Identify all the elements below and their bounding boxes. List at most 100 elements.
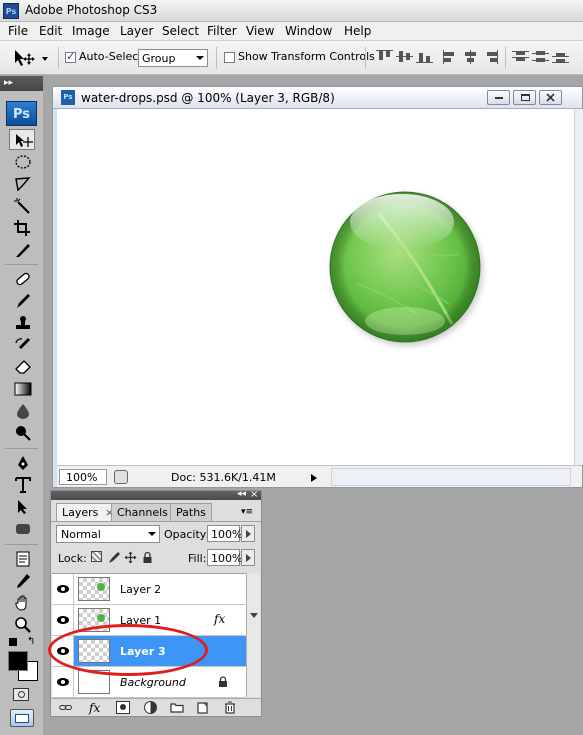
quick-mask-button[interactable] [13,688,29,701]
tab-layers-label: Layers [62,506,99,519]
history-brush-tool[interactable] [9,334,35,355]
delete-layer-icon[interactable] [223,701,237,714]
options-bar: Auto-Select: Group Show Transform Contro… [0,41,583,75]
lock-image-icon[interactable] [108,551,121,564]
distribute-bottom-button[interactable] [552,50,569,64]
pen-tool[interactable] [9,452,35,473]
align-top-edges-button[interactable] [376,50,393,64]
lasso-icon [15,177,31,192]
add-layer-mask-icon[interactable] [116,701,130,714]
panel-menu-icon[interactable]: ▾≡ [241,507,253,517]
opacity-slider-arrow-icon[interactable] [241,525,255,542]
fill-field[interactable]: 100% [207,549,242,566]
default-colors-icon[interactable] [9,638,17,646]
lasso-tool[interactable] [9,173,35,194]
fill-slider-arrow-icon[interactable] [241,549,255,566]
menu-file[interactable]: File [8,24,28,38]
blend-mode-dropdown[interactable]: Normal [56,525,160,543]
minimize-button[interactable] [487,90,510,105]
zoom-level-field[interactable]: 100% [59,469,107,485]
foreground-color-swatch[interactable] [8,651,28,671]
status-expand-arrow-icon[interactable] [311,474,317,482]
tool-preset-picker[interactable] [10,47,50,69]
menu-window[interactable]: Window [285,24,332,38]
layer-list-scrollbar[interactable] [246,573,260,697]
scroll-down-arrow-icon[interactable] [250,613,258,618]
marquee-tool[interactable] [9,151,35,172]
vertical-scrollbar[interactable] [574,109,583,465]
opacity-field[interactable]: 100% [207,525,242,542]
close-button[interactable] [539,90,562,105]
auto-select-dropdown[interactable]: Group [138,49,208,67]
panel-close-icon[interactable]: × [250,489,258,500]
healing-brush-tool[interactable] [9,268,35,289]
link-layers-icon[interactable] [59,701,73,714]
visibility-toggle[interactable] [52,667,74,697]
status-menu-icon[interactable] [114,470,128,484]
magic-wand-tool[interactable] [9,195,35,216]
distribute-top-button[interactable] [512,50,529,64]
menu-edit[interactable]: Edit [39,24,62,38]
lock-transparency-icon[interactable] [91,551,104,564]
tab-paths[interactable]: Paths [170,503,212,521]
layer-row[interactable]: Layer 2 [52,574,246,605]
align-left-edges-button[interactable] [442,50,459,64]
collapse-icon[interactable]: ◂◂ [237,489,246,499]
brush-tool[interactable] [9,290,35,311]
align-bottom-edges-button[interactable] [416,50,433,64]
hand-tool[interactable] [9,592,35,613]
document-canvas[interactable] [57,109,574,465]
screen-mode-button[interactable] [10,709,34,727]
dodge-tool[interactable] [9,422,35,443]
zoom-tool[interactable] [9,614,35,635]
menu-filter[interactable]: Filter [207,24,237,38]
lock-position-icon[interactable] [124,551,137,564]
tab-paths-label: Paths [176,506,206,519]
new-layer-icon[interactable] [196,701,210,714]
show-transform-checkbox[interactable] [224,52,235,63]
eraser-tool[interactable] [9,356,35,377]
add-layer-style-icon[interactable]: fx [89,701,103,715]
document-title-bar[interactable]: Ps water-drops.psd @ 100% (Layer 3, RGB/… [53,87,582,109]
clone-stamp-tool[interactable] [9,312,35,333]
align-right-edges-button[interactable] [482,50,499,64]
chevron-down-icon [42,57,48,61]
separator [51,521,261,522]
visibility-toggle[interactable] [52,605,74,635]
path-selection-tool[interactable] [9,496,35,517]
maximize-button[interactable] [513,90,536,105]
gradient-tool[interactable] [9,378,35,399]
type-tool[interactable] [9,474,35,495]
align-horizontal-centers-button[interactable] [462,50,479,64]
menu-layer[interactable]: Layer [120,24,153,38]
lock-all-icon[interactable] [141,551,154,564]
new-group-icon[interactable] [170,701,184,714]
swap-colors-icon[interactable]: ↰ [27,636,35,647]
tools-panel-header[interactable]: ▸▸ [0,76,43,91]
document-size-info: Doc: 531.6K/1.41M [171,471,276,484]
move-arrows-icon [124,551,137,564]
auto-select-checkbox[interactable] [65,50,76,63]
horizontal-scrollbar[interactable] [331,468,571,486]
photoshop-logo[interactable]: Ps [6,101,37,126]
panel-drag-grip[interactable]: ◂◂ × [51,489,261,500]
menu-help[interactable]: Help [344,24,371,38]
crop-tool[interactable] [9,217,35,238]
tab-channels[interactable]: Channels [111,503,174,521]
notes-tool[interactable] [9,548,35,569]
adjustment-layer-icon[interactable] [144,701,157,714]
document-window: Ps water-drops.psd @ 100% (Layer 3, RGB/… [52,86,583,488]
move-tool[interactable] [9,129,35,150]
eyedropper-tool[interactable] [9,570,35,591]
visibility-toggle[interactable] [52,574,74,604]
layer-name: Background [120,676,186,689]
layer-effects-icon[interactable]: fx [214,612,225,626]
slice-tool[interactable] [9,239,35,260]
menu-image[interactable]: Image [72,24,110,38]
align-vertical-centers-button[interactable] [396,50,413,64]
blur-tool[interactable] [9,400,35,421]
distribute-vertical-centers-button[interactable] [532,50,549,64]
menu-select[interactable]: Select [162,24,199,38]
menu-view[interactable]: View [246,24,274,38]
shape-tool[interactable] [9,518,35,539]
